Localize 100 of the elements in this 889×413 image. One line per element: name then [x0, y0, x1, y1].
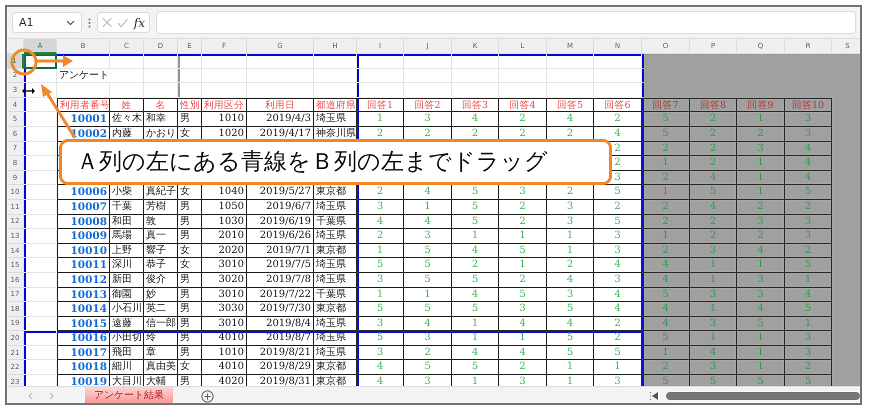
table-cell: 1	[404, 288, 452, 302]
table-cell: 2020	[202, 244, 247, 258]
table-cell: 1	[737, 331, 785, 346]
table-cell: 5	[547, 302, 594, 317]
table-cell: 3	[737, 272, 785, 288]
column-heading: 回答10	[785, 98, 832, 112]
table-cell: 男	[178, 112, 202, 127]
table-cell: 東京都	[314, 360, 357, 376]
column-heading: 都道府県	[314, 98, 357, 112]
table-cell: 4	[737, 302, 785, 317]
empty-cell	[202, 83, 247, 98]
table-cell: 1010	[202, 112, 247, 127]
table-cell: 飛田	[110, 346, 144, 360]
table-cell: 1	[690, 331, 737, 346]
table-cell: 10010	[57, 244, 110, 258]
table-cell: 1	[737, 185, 785, 200]
table-cell: 1	[737, 258, 785, 273]
table-cell: 深川	[110, 258, 144, 273]
table-cell: 10011	[57, 258, 110, 273]
next-sheet-icon[interactable]	[49, 392, 55, 400]
table-cell: 3	[547, 214, 594, 230]
table-cell: 埼玉県	[314, 272, 357, 288]
table-cell: 1	[690, 302, 737, 317]
sheet-tab[interactable]: アンケート結果	[85, 387, 173, 403]
confirm-icon[interactable]	[117, 18, 129, 28]
scrollbar-thumb[interactable]	[666, 392, 860, 400]
table-cell: 4	[785, 142, 832, 156]
table-cell: 新田	[110, 272, 144, 288]
table-cell: 2	[357, 229, 404, 244]
table-cell: 5	[785, 302, 832, 317]
add-sheet-icon[interactable]	[201, 390, 214, 402]
table-cell: 4	[642, 316, 690, 332]
column-heading: 利用区分	[202, 98, 247, 112]
table-cell: 3	[785, 229, 832, 244]
table-cell: 4	[499, 346, 547, 360]
formula-input[interactable]	[156, 11, 856, 34]
table-cell: 1	[737, 360, 785, 376]
table-cell: 10012	[57, 272, 110, 288]
table-cell: 3	[594, 272, 642, 288]
name-box[interactable]: A1	[12, 12, 82, 33]
table-cell: 2019/6/26	[247, 229, 314, 244]
table-cell: 3	[594, 244, 642, 258]
table-cell: 俊介	[144, 272, 178, 288]
table-cell: 4	[357, 214, 404, 230]
table-cell: 佐々木	[110, 112, 144, 127]
table-cell: 2	[547, 258, 594, 273]
table-cell: 3	[785, 331, 832, 346]
table-cell: 4	[785, 156, 832, 171]
table-cell: 2	[499, 272, 547, 288]
table-cell: 3010	[202, 316, 247, 332]
selected-cell[interactable]	[24, 54, 57, 69]
empty-cell	[594, 83, 642, 98]
table-cell: 男	[178, 272, 202, 288]
table-cell: 1	[452, 331, 499, 346]
table-cell: 妙	[144, 288, 178, 302]
scroll-left-icon[interactable]	[652, 392, 658, 400]
table-cell: 小石川	[110, 302, 144, 317]
table-cell: 10017	[57, 346, 110, 360]
table-cell: 5	[642, 126, 690, 142]
table-cell: 3	[404, 331, 452, 346]
table-cell: 3	[357, 346, 404, 360]
empty-cell	[594, 68, 642, 84]
table-cell: 3	[785, 214, 832, 230]
table-cell: 埼玉県	[314, 258, 357, 273]
empty-cell	[452, 68, 499, 84]
table-cell: 10009	[57, 229, 110, 244]
cancel-icon[interactable]	[102, 17, 112, 28]
table-cell: 東京都	[314, 244, 357, 258]
table-cell: 1	[547, 360, 594, 376]
table-cell: 4	[594, 258, 642, 273]
table-cell: 3	[594, 229, 642, 244]
empty-cell	[57, 54, 110, 69]
callout: Ａ列の左にある青線をＢ列の左までドラッグ	[59, 139, 612, 185]
table-cell: 1	[357, 288, 404, 302]
table-cell: 1010	[202, 346, 247, 360]
table-cell: 4	[785, 170, 832, 186]
table-cell: 4	[404, 214, 452, 230]
table-cell: 2019/7/8	[247, 272, 314, 288]
table-cell: 5	[690, 185, 737, 200]
table-cell: 1	[594, 360, 642, 376]
empty-cell	[547, 83, 594, 98]
table-cell: 千葉県	[314, 288, 357, 302]
table-cell: 10018	[57, 360, 110, 376]
more-icon[interactable]	[88, 18, 91, 28]
table-cell: 2	[642, 170, 690, 186]
empty-cell	[178, 68, 202, 84]
empty-cell	[452, 54, 499, 69]
table-cell: 信一郎	[144, 316, 178, 332]
empty-cell	[178, 83, 202, 98]
column-heading: 回答6	[594, 98, 642, 112]
table-cell: 5	[594, 214, 642, 230]
table-cell: 4	[357, 360, 404, 376]
table-cell: 10013	[57, 288, 110, 302]
dropdown-icon[interactable]	[66, 20, 75, 26]
table-cell: 1	[357, 112, 404, 127]
table-cell: 3010	[202, 288, 247, 302]
empty-cell	[314, 83, 357, 98]
table-cell: 1	[785, 272, 832, 288]
insert-function-button[interactable]: fx	[134, 16, 145, 30]
previous-sheet-icon[interactable]	[27, 392, 33, 400]
